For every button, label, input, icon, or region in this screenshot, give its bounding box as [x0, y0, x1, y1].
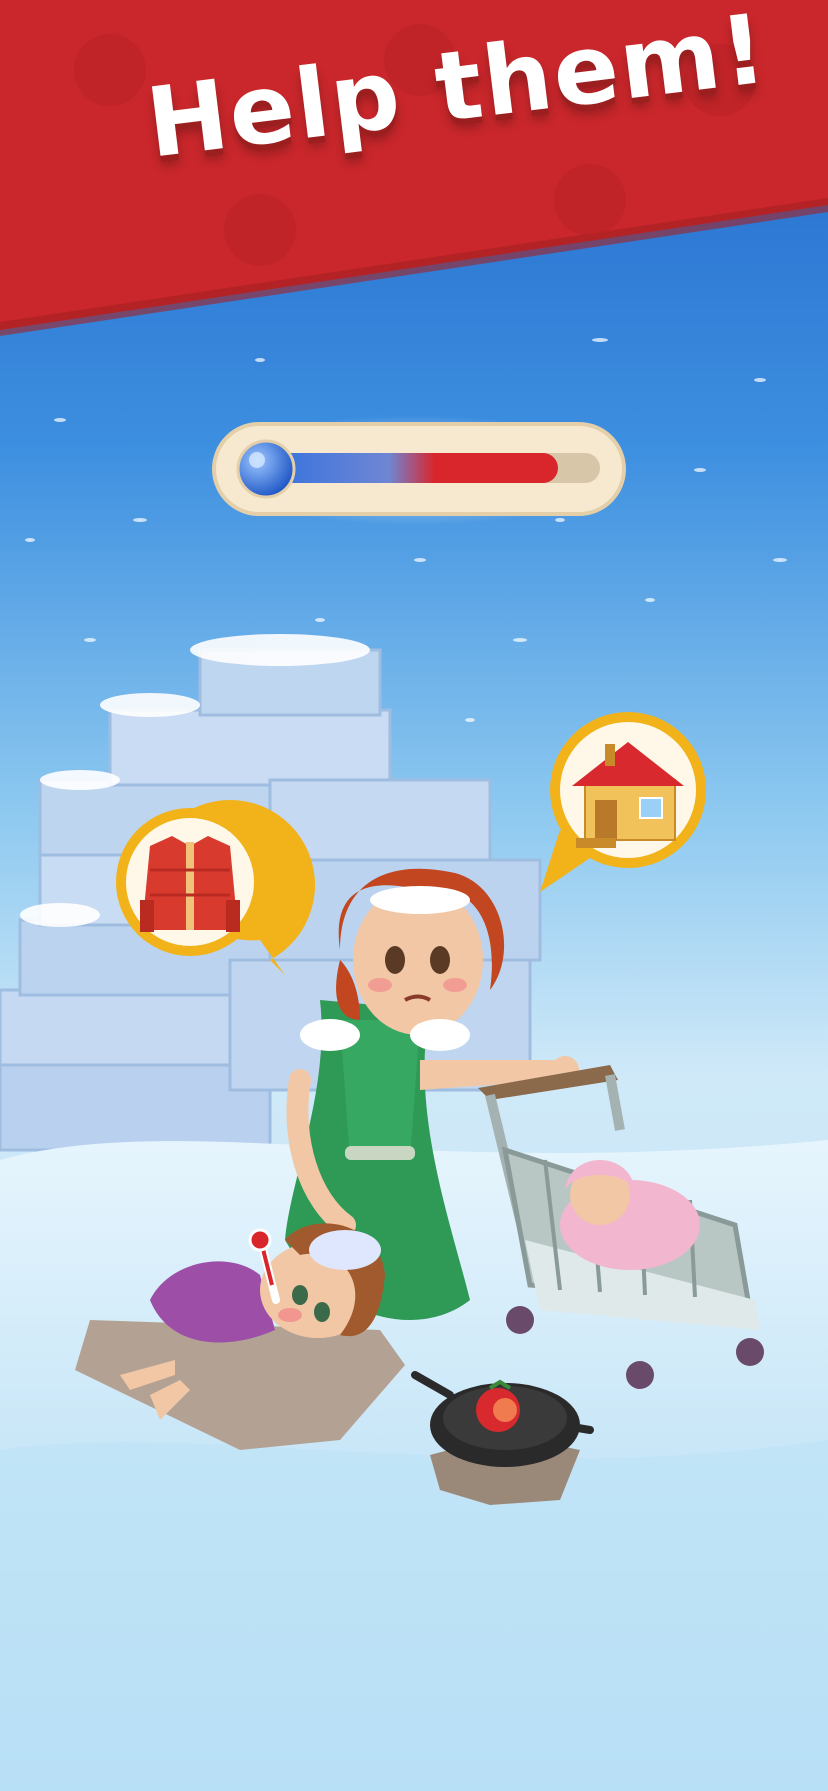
game-scene — [0, 0, 828, 1791]
temperature-meter — [205, 415, 626, 525]
thermometer-bulb-icon — [236, 439, 296, 499]
temperature-fill — [250, 453, 558, 483]
winter-jacket-icon — [140, 836, 240, 932]
